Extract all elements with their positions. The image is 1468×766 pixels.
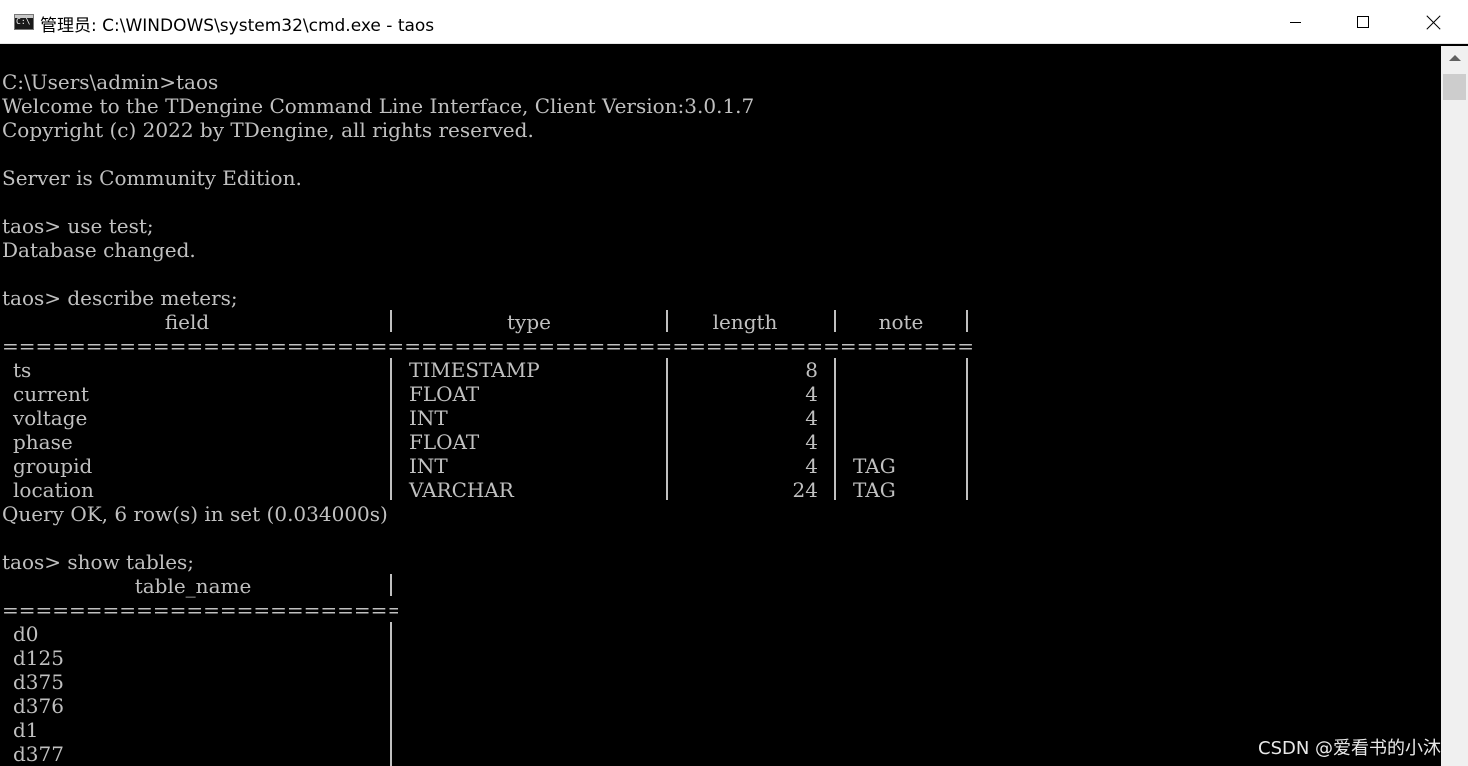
list-item: d377 (13, 742, 64, 766)
row-length: 4 (805, 406, 818, 430)
console-output[interactable]: C:\Users\admin>taos Welcome to the TDeng… (0, 46, 1441, 766)
row-field: phase (13, 430, 73, 454)
row-type: INT (409, 454, 448, 478)
window-title: 管理员: C:\WINDOWS\system32\cmd.exe - taos (40, 16, 435, 36)
maximize-icon (1357, 16, 1369, 28)
scroll-thumb[interactable] (1443, 74, 1466, 100)
column-divider (834, 310, 836, 332)
arrow-up-icon (1448, 55, 1461, 61)
row-field: voltage (13, 406, 88, 430)
row-field: location (13, 478, 94, 502)
vertical-scrollbar[interactable] (1441, 46, 1468, 766)
list-item: d376 (13, 694, 64, 718)
server-line: Server is Community Edition. (2, 166, 302, 190)
row-type: TIMESTAMP (409, 358, 540, 382)
row-note: TAG (853, 478, 896, 502)
cmd-icon-text: C:\ (16, 17, 31, 26)
query-ok-line: Query OK, 6 row(s) in set (0.034000s) (2, 502, 388, 526)
prompt-line: C:\Users\admin>taos (2, 70, 219, 94)
command-line: taos> use test; (2, 214, 154, 238)
describe-separator: ========================================… (2, 334, 972, 358)
column-divider (390, 310, 392, 332)
row-field: groupid (13, 454, 93, 478)
row-note: TAG (853, 454, 896, 478)
tables-separator: ==================================== (2, 598, 398, 622)
row-type: FLOAT (409, 382, 480, 406)
row-field: current (13, 382, 89, 406)
minimize-icon (1289, 21, 1301, 23)
list-item: d375 (13, 670, 64, 694)
copyright-line: Copyright (c) 2022 by TDengine, all righ… (2, 118, 534, 142)
row-length: 8 (805, 358, 818, 382)
row-type: FLOAT (409, 430, 480, 454)
scroll-up-button[interactable] (1441, 46, 1468, 70)
describe-header-length: length (712, 310, 778, 334)
minimize-button[interactable] (1260, 0, 1330, 44)
cmd-icon[interactable]: C:\ (14, 14, 34, 30)
watermark: CSDN @爱看书的小沐 (1258, 738, 1442, 759)
row-length: 4 (805, 454, 818, 478)
close-button[interactable] (1398, 0, 1468, 44)
row-type: VARCHAR (409, 478, 514, 502)
column-divider (390, 358, 392, 500)
cmd-window: C:\ 管理员: C:\WINDOWS\system32\cmd.exe - t… (0, 0, 1468, 766)
describe-header-type: type (507, 310, 551, 334)
row-length: 4 (805, 430, 818, 454)
column-divider (966, 310, 968, 332)
row-field: ts (13, 358, 32, 382)
column-divider (390, 574, 392, 596)
welcome-line: Welcome to the TDengine Command Line Int… (2, 94, 755, 118)
row-type: INT (409, 406, 448, 430)
row-length: 4 (805, 382, 818, 406)
column-divider (966, 358, 968, 500)
list-item: d0 (13, 622, 39, 646)
db-changed-line: Database changed. (2, 238, 196, 262)
describe-header-note: note (878, 310, 924, 334)
close-icon (1426, 15, 1441, 30)
title-bar[interactable]: C:\ 管理员: C:\WINDOWS\system32\cmd.exe - t… (0, 0, 1468, 44)
describe-header-field: field (164, 310, 210, 334)
command-line: taos> show tables; (2, 550, 195, 574)
column-divider (666, 310, 668, 332)
maximize-button[interactable] (1328, 0, 1398, 44)
list-item: d1 (13, 718, 39, 742)
column-divider (834, 358, 836, 500)
tables-header: table_name (134, 574, 252, 598)
command-line: taos> describe meters; (2, 286, 238, 310)
row-length: 24 (792, 478, 818, 502)
list-item: d125 (13, 646, 64, 670)
column-divider (390, 622, 392, 766)
